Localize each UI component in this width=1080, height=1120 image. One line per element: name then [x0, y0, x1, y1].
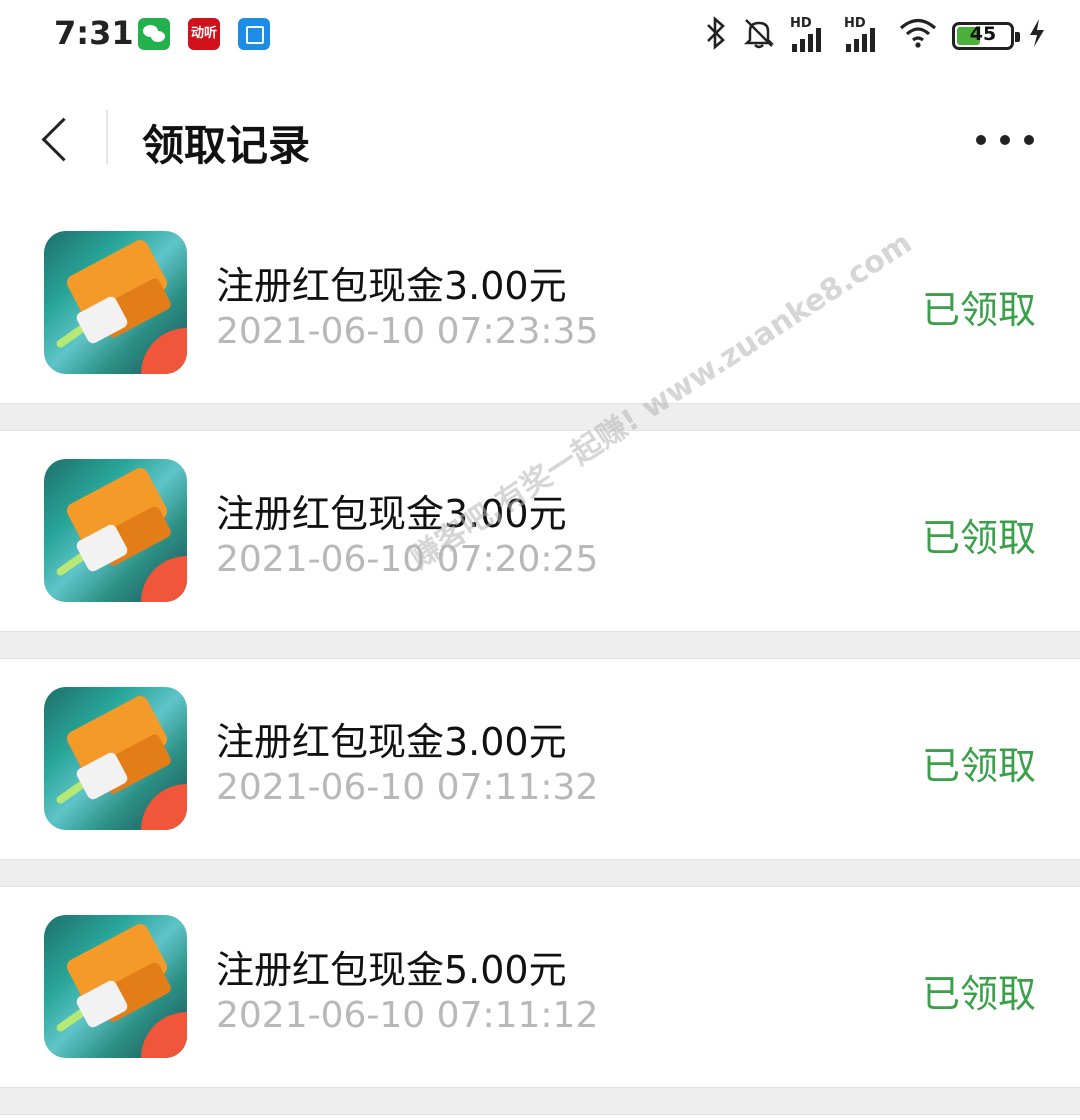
record-time: 2021-06-10 07:23:35 — [216, 311, 599, 352]
record-title: 注册红包现金3.00元 — [216, 492, 567, 536]
record-item[interactable]: 注册红包现金3.00元 2021-06-10 07:23:35 已领取 — [0, 203, 1080, 403]
record-time: 2021-06-10 07:20:25 — [216, 539, 599, 580]
record-status: 已领取 — [921, 972, 1036, 1016]
status-indicators: HD HD 45 — [704, 14, 1046, 58]
record-list: 注册红包现金3.00元 2021-06-10 07:23:35 已领取 注册红包… — [0, 203, 1080, 1115]
game-app-icon — [44, 459, 187, 602]
dot-icon — [1000, 135, 1010, 145]
back-button[interactable] — [30, 110, 86, 170]
record-time: 2021-06-10 07:11:12 — [216, 995, 599, 1036]
wechat-icon — [138, 18, 170, 50]
list-separator — [0, 1087, 1080, 1115]
status-time: 7:31 — [54, 14, 134, 52]
battery-icon: 45 — [952, 22, 1020, 50]
bell-muted-icon — [742, 16, 776, 56]
game-app-icon — [44, 687, 187, 830]
dot-icon — [1024, 135, 1034, 145]
bluetooth-icon — [704, 16, 728, 56]
list-separator — [0, 859, 1080, 887]
list-separator — [0, 403, 1080, 431]
page-header: 领取记录 — [0, 88, 1080, 198]
game-app-icon — [44, 915, 187, 1058]
wifi-icon — [898, 17, 938, 55]
record-status: 已领取 — [921, 744, 1036, 788]
edit-app-icon — [238, 18, 270, 50]
battery-level: 45 — [969, 23, 997, 45]
record-title: 注册红包现金5.00元 — [216, 948, 567, 992]
dot-icon — [976, 135, 986, 145]
header-divider — [106, 110, 108, 164]
record-title: 注册红包现金3.00元 — [216, 264, 567, 308]
page-title: 领取记录 — [142, 121, 311, 170]
game-app-icon — [44, 231, 187, 374]
record-item[interactable]: 注册红包现金3.00元 2021-06-10 07:20:25 已领取 — [0, 431, 1080, 631]
signal-icon: HD — [790, 16, 830, 52]
record-item[interactable]: 注册红包现金5.00元 2021-06-10 07:11:12 已领取 — [0, 887, 1080, 1087]
more-options-button[interactable] — [976, 132, 1034, 148]
record-title: 注册红包现金3.00元 — [216, 720, 567, 764]
list-separator — [0, 631, 1080, 659]
news-app-icon: 动听 — [188, 18, 220, 50]
charging-icon — [1028, 18, 1046, 55]
record-status: 已领取 — [921, 516, 1036, 560]
record-item[interactable]: 注册红包现金3.00元 2021-06-10 07:11:32 已领取 — [0, 659, 1080, 859]
record-status: 已领取 — [921, 288, 1036, 332]
signal-icon: HD — [844, 16, 884, 52]
status-bar: 7:31 动听 HD HD 45 — [0, 0, 1080, 72]
record-time: 2021-06-10 07:11:32 — [216, 767, 599, 808]
